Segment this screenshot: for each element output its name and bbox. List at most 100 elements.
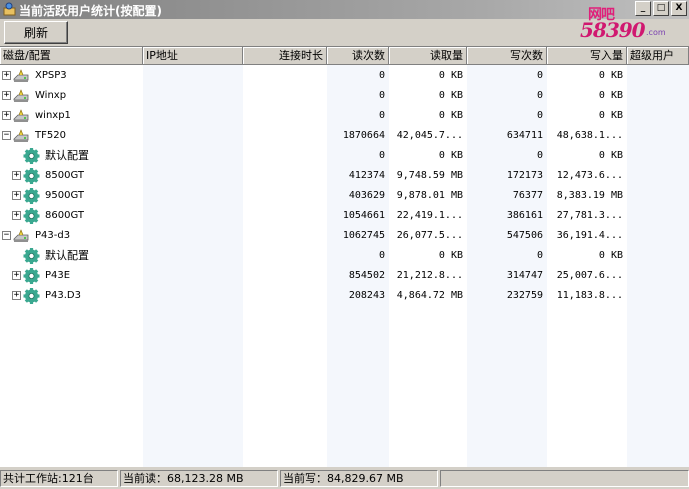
row-read-amount: 0 KB (438, 150, 463, 161)
table-row[interactable]: 默认配置 0 0 KB 0 0 KB (0, 146, 689, 166)
expand-toggle[interactable]: + (12, 211, 21, 220)
row-writes: 547506 (506, 230, 543, 241)
row-writes: 314747 (506, 270, 543, 281)
gear-icon (23, 148, 40, 164)
row-write-amount: 0 KB (598, 110, 623, 121)
row-read-amount: 9,748.59 MB (396, 170, 463, 181)
row-read-amount: 26,077.5... (396, 230, 463, 241)
disk-icon (13, 128, 30, 144)
status-current-write: 当前写：84,829.67 MB (280, 470, 438, 487)
gear-icon (23, 268, 40, 284)
header-write-amount[interactable]: 写入量 (547, 47, 627, 65)
table-header: 磁盘/配置 IP地址 连接时长 读次数 读取量 写次数 写入量 超级用户 (0, 47, 689, 65)
row-read-amount: 0 KB (438, 110, 463, 121)
row-reads: 1054661 (342, 210, 385, 221)
table-row[interactable]: − P43-d3 1062745 26,077.5... 547506 36,191.4.… (0, 226, 689, 246)
row-reads: 0 (378, 150, 385, 161)
expand-toggle[interactable]: + (12, 191, 21, 200)
header-reads[interactable]: 读次数 (327, 47, 389, 65)
row-read-amount: 4,864.72 MB (396, 290, 463, 301)
table-row[interactable]: + Winxp 0 0 KB 0 0 KB (0, 86, 689, 106)
row-reads: 0 (378, 250, 385, 261)
table-row[interactable]: + P43.D3 208243 4,864.72 MB 232759 11,183.8..… (0, 286, 689, 306)
row-name: winxp1 (35, 110, 71, 121)
row-name: P43E (45, 270, 71, 281)
disk-icon (13, 108, 30, 124)
row-name: XPSP3 (35, 70, 67, 81)
header-duration[interactable]: 连接时长 (243, 47, 327, 65)
gear-icon (23, 168, 40, 184)
row-write-amount: 25,007.6... (556, 270, 623, 281)
header-superuser[interactable]: 超级用户 (627, 47, 689, 65)
status-extra (440, 470, 689, 487)
table-row[interactable]: +9500GT 403629 9,878.01 MB 76377 8,383.19 MB (0, 186, 689, 206)
table-row[interactable]: + winxp1 0 0 KB 0 0 KB (0, 106, 689, 126)
table-row[interactable]: + XPSP3 0 0 KB 0 0 KB (0, 66, 689, 86)
watermark-line3: .com (646, 28, 666, 37)
header-read-amount[interactable]: 读取量 (389, 47, 467, 65)
expand-toggle[interactable]: + (2, 71, 11, 80)
expand-toggle[interactable]: − (2, 231, 11, 240)
gear-icon (23, 248, 40, 264)
row-write-amount: 8,383.19 MB (556, 190, 623, 201)
row-writes: 634711 (506, 130, 543, 141)
header-ip[interactable]: IP地址 (143, 47, 243, 65)
row-reads: 403629 (348, 190, 385, 201)
table-row[interactable]: 默认配置 0 0 KB 0 0 KB (0, 246, 689, 266)
row-write-amount: 27,781.3... (556, 210, 623, 221)
row-name: Winxp (35, 90, 67, 101)
watermark-line2: 58390 (580, 18, 646, 42)
row-name: 默认配置 (45, 149, 89, 162)
status-workstations: 共计工作站:121台 (0, 470, 118, 487)
disk-icon (13, 88, 30, 104)
row-write-amount: 0 KB (598, 90, 623, 101)
row-writes: 386161 (506, 210, 543, 221)
row-name: P43.D3 (45, 290, 81, 301)
row-writes: 0 (536, 110, 543, 121)
row-reads: 0 (378, 110, 385, 121)
row-read-amount: 0 KB (438, 90, 463, 101)
row-name: 默认配置 (45, 249, 89, 262)
expand-toggle[interactable]: + (12, 271, 21, 280)
row-write-amount: 0 KB (598, 250, 623, 261)
table-row[interactable]: +8600GT 1054661 22,419.1... 386161 27,781.3.… (0, 206, 689, 226)
row-read-amount: 9,878.01 MB (396, 190, 463, 201)
row-writes: 0 (536, 70, 543, 81)
row-write-amount: 48,638.1... (556, 130, 623, 141)
row-write-amount: 11,183.8... (556, 290, 623, 301)
disk-icon (13, 228, 30, 244)
table-row[interactable]: + P43E 854502 21,212.8... 314747 25,007.6... (0, 266, 689, 286)
row-write-amount: 12,473.6... (556, 170, 623, 181)
refresh-button[interactable]: 刷新 (4, 21, 68, 44)
row-writes: 0 (536, 90, 543, 101)
row-read-amount: 0 KB (438, 250, 463, 261)
disk-icon (13, 68, 30, 84)
row-reads: 854502 (348, 270, 385, 281)
expand-toggle[interactable]: − (2, 131, 11, 140)
row-name: 9500GT (45, 190, 84, 201)
row-reads: 1870664 (342, 130, 385, 141)
window-title: 当前活跃用户统计(按配置) (19, 4, 162, 18)
gear-icon (23, 288, 40, 304)
row-name: 8500GT (45, 170, 84, 181)
row-write-amount: 0 KB (598, 150, 623, 161)
table-row[interactable]: − TF520 1870664 42,045.7... 634711 48,638.1..… (0, 126, 689, 146)
row-name: P43-d3 (35, 230, 71, 241)
header-writes[interactable]: 写次数 (467, 47, 547, 65)
row-reads: 208243 (348, 290, 385, 301)
expand-toggle[interactable]: + (12, 171, 21, 180)
gear-icon (23, 188, 40, 204)
expand-toggle[interactable]: + (2, 91, 11, 100)
gear-icon (23, 208, 40, 224)
expand-toggle[interactable]: + (2, 111, 11, 120)
row-write-amount: 36,191.4... (556, 230, 623, 241)
table-row[interactable]: +8500GT 412374 9,748.59 MB 172173 12,473.6..… (0, 166, 689, 186)
row-writes: 0 (536, 150, 543, 161)
stats-table[interactable]: 磁盘/配置 IP地址 连接时长 读次数 读取量 写次数 写入量 超级用户 + XP… (0, 46, 689, 467)
row-name: 8600GT (45, 210, 84, 221)
expand-toggle[interactable]: + (12, 291, 21, 300)
row-writes: 172173 (506, 170, 543, 181)
row-reads: 1062745 (342, 230, 385, 241)
row-read-amount: 42,045.7... (396, 130, 463, 141)
header-name[interactable]: 磁盘/配置 (0, 47, 143, 65)
